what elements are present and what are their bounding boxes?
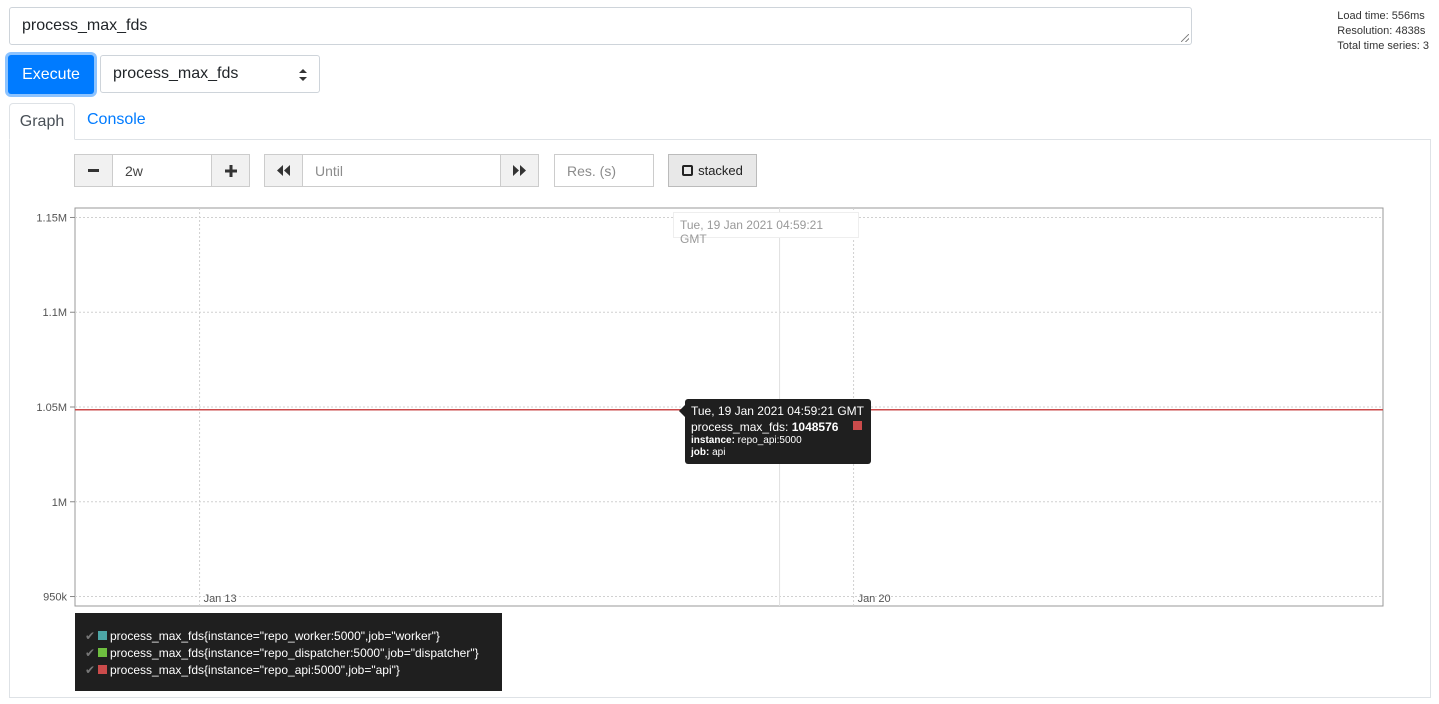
stacked-toggle-button[interactable]: stacked bbox=[668, 154, 757, 187]
expression-input-container[interactable] bbox=[9, 7, 1192, 45]
plus-icon bbox=[224, 164, 237, 177]
legend-item[interactable]: ✔ process_max_fds{instance="repo_api:500… bbox=[85, 661, 492, 678]
tooltip-metric-name: process_max_fds: bbox=[691, 420, 792, 434]
legend-item[interactable]: ✔ process_max_fds{instance="repo_dispatc… bbox=[85, 644, 492, 661]
time-back-button[interactable] bbox=[264, 154, 303, 187]
legend-label: process_max_fds{instance="repo_dispatche… bbox=[110, 645, 479, 660]
execute-button[interactable]: Execute bbox=[8, 55, 94, 94]
legend-label: process_max_fds{instance="repo_api:5000"… bbox=[110, 662, 400, 677]
resolution: Resolution: 4838s bbox=[1337, 25, 1426, 37]
tooltip-series-swatch bbox=[853, 421, 862, 430]
resolution-input[interactable]: Res. (s) bbox=[554, 154, 654, 187]
metric-select[interactable]: process_max_fds bbox=[100, 55, 320, 93]
fast-backward-icon bbox=[277, 165, 290, 176]
total-series: Total time series: 3 bbox=[1337, 40, 1429, 52]
tooltip-job-key: job: bbox=[691, 447, 710, 458]
legend-item[interactable]: ✔ process_max_fds{instance="repo_worker:… bbox=[85, 627, 492, 644]
resize-handle-icon[interactable] bbox=[1181, 34, 1189, 42]
stacked-label: stacked bbox=[698, 163, 743, 178]
tab-console[interactable]: Console bbox=[87, 111, 146, 129]
graph-legend: ✔ process_max_fds{instance="repo_worker:… bbox=[75, 613, 502, 691]
tooltip-instance-value: repo_api:5000 bbox=[734, 435, 802, 446]
legend-swatch bbox=[98, 648, 107, 657]
expression-input[interactable] bbox=[10, 8, 1191, 44]
tooltip-date: Tue, 19 Jan 2021 04:59:21 GMT bbox=[691, 404, 864, 418]
tooltip-instance-key: instance: bbox=[691, 435, 735, 446]
range-decrease-button[interactable] bbox=[74, 154, 113, 187]
query-stats: Load time: 556ms Resolution: 4838s Total… bbox=[1337, 9, 1429, 54]
range-input[interactable]: 2w bbox=[112, 154, 212, 187]
checkmark-icon: ✔ bbox=[85, 645, 96, 660]
until-input[interactable]: Until bbox=[302, 154, 502, 187]
fast-forward-icon bbox=[513, 165, 526, 176]
hover-x-label: Tue, 19 Jan 2021 04:59:21 GMT bbox=[673, 212, 859, 246]
checkmark-icon: ✔ bbox=[85, 662, 96, 677]
tooltip-metric-value: 1048576 bbox=[791, 420, 839, 434]
load-time: Load time: 556ms bbox=[1337, 10, 1425, 22]
tooltip-job-value: api bbox=[709, 447, 726, 458]
minus-icon bbox=[88, 169, 99, 172]
metric-select-value: process_max_fds bbox=[113, 65, 239, 82]
select-arrows-icon bbox=[299, 69, 307, 81]
legend-swatch bbox=[98, 631, 107, 640]
legend-label: process_max_fds{instance="repo_worker:50… bbox=[110, 628, 440, 643]
time-forward-button[interactable] bbox=[500, 154, 539, 187]
legend-swatch bbox=[98, 665, 107, 674]
range-increase-button[interactable] bbox=[211, 154, 250, 187]
checkmark-icon: ✔ bbox=[85, 628, 96, 643]
tab-graph[interactable]: Graph bbox=[9, 103, 75, 140]
data-tooltip: Tue, 19 Jan 2021 04:59:21 GMT process_ma… bbox=[679, 399, 871, 464]
checkbox-icon bbox=[682, 165, 694, 176]
